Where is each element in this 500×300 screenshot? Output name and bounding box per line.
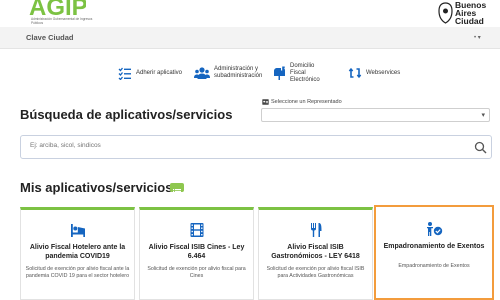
city-logo-text: Buenos Aires Ciudad — [455, 0, 487, 27]
app-card-hotelero[interactable]: Alivio Fiscal Hotelero ante la pandemia … — [20, 207, 135, 300]
cutlery-icon — [310, 223, 321, 237]
svg-text:AGIP: AGIP — [29, 0, 86, 18]
user-menu-toggle[interactable]: • ▾ — [474, 34, 481, 41]
city-logo[interactable]: Buenos Aires Ciudad — [436, 1, 494, 27]
representative-label: Seleccione un Representado — [262, 99, 342, 105]
list-icon — [173, 189, 181, 195]
id-card-icon — [262, 99, 269, 105]
app-card-title: Empadronamiento de Exentos — [383, 243, 485, 250]
app-card-cines[interactable]: Alivio Fiscal ISIB Cines - Ley 6.464 Sol… — [139, 207, 254, 300]
quick-link-label: Adherir aplicativo — [136, 69, 183, 76]
sync-icon — [348, 67, 362, 79]
person-check-icon — [427, 222, 443, 236]
quick-link-administracion[interactable]: Administración y subadministración — [194, 58, 264, 88]
chevron-down-icon: ▾ — [481, 112, 485, 119]
search-field[interactable] — [20, 135, 492, 159]
checklist-icon — [118, 67, 131, 80]
quick-link-domicilio[interactable]: Domicilio Fiscal Electrónico — [272, 56, 328, 90]
search-input[interactable] — [30, 142, 450, 149]
search-section-title: Búsqueda de aplicativos/servicios — [20, 107, 233, 122]
app-card-description: Solicitud de exención por alivio fiscal … — [25, 266, 130, 279]
agip-logo[interactable]: AGIP — [28, 0, 86, 18]
representative-select[interactable]: ▾ — [261, 108, 490, 122]
film-icon — [190, 223, 203, 237]
quick-link-webservices[interactable]: Webservices — [348, 58, 400, 88]
app-card-description: Solicitud de exención por alivio fiscal … — [266, 266, 365, 279]
app-card-description: Solicitud de exención por alivio fiscal … — [147, 266, 246, 279]
app-card-title: Alivio Fiscal Hotelero ante la pandemia … — [29, 244, 126, 260]
quick-link-label: Webservices — [366, 69, 401, 76]
quick-link-label: Administración y subadministración — [214, 66, 263, 79]
search-icon[interactable] — [474, 141, 487, 154]
quick-link-adherir[interactable]: Adherir aplicativo — [118, 58, 182, 88]
users-icon — [194, 67, 210, 79]
app-card-title: Alivio Fiscal ISIB Gastronómicos - LEY 6… — [271, 244, 360, 260]
top-header: AGIP Administración Gubernamental de Ing… — [0, 0, 500, 27]
hotel-icon — [70, 224, 85, 237]
app-card-title: Alivio Fiscal ISIB Cines - Ley 6.464 — [148, 244, 245, 260]
app-card-exentos[interactable]: Empadronamiento de Exentos Empadronamien… — [374, 205, 494, 300]
representative-label-text: Seleccione un Representado — [271, 99, 342, 105]
list-toggle-icon[interactable] — [170, 183, 184, 195]
city-shield-icon — [438, 2, 453, 24]
sub-navbar: Clave Ciudad • ▾ — [0, 27, 500, 49]
mailbox-icon — [274, 66, 285, 80]
page-section-title: Clave Ciudad — [26, 33, 74, 42]
quick-link-label: Domicilio Fiscal Electrónico — [290, 62, 320, 83]
apps-section-title: Mis aplicativos/servicios — [20, 180, 173, 195]
app-card-gastronomicos[interactable]: Alivio Fiscal ISIB Gastronómicos - LEY 6… — [258, 207, 373, 300]
app-card-description: Empadronamiento de Exentos — [398, 263, 470, 269]
agency-subtitle: Administración Gubernamental de Ingresos… — [31, 17, 93, 25]
